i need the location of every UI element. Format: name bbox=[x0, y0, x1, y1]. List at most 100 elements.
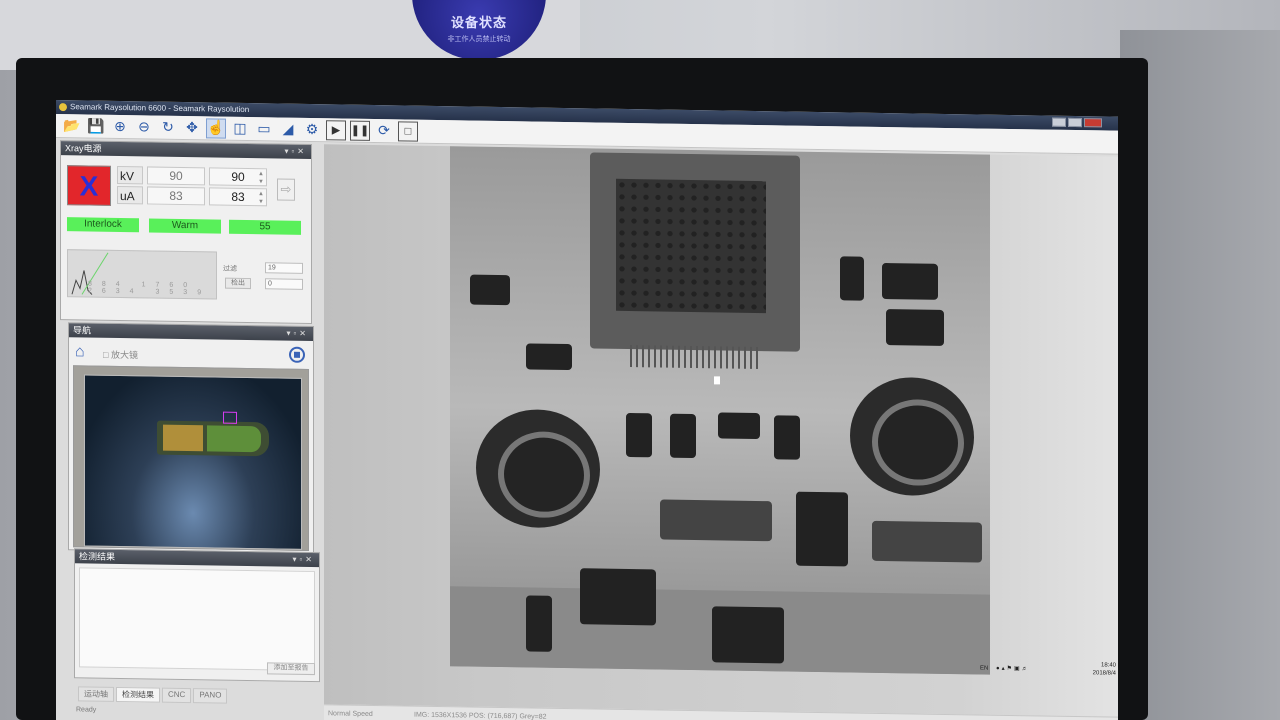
ua-row: uA 83 83 bbox=[117, 185, 267, 207]
rotate-icon[interactable]: ↻ bbox=[158, 117, 178, 137]
sticker-text: 设备状态 bbox=[450, 15, 507, 30]
component bbox=[840, 256, 864, 301]
refresh-icon[interactable]: ⟳ bbox=[374, 120, 394, 140]
xray-power-panel: Xray电源 ▾▫✕ X kV 90 90 ▲ ▼ uA 83 83 ▲ ▼ ⇨ I… bbox=[60, 140, 312, 325]
system-tray: EN ●▴⚑▣♬ 18:40 2018/8/4 bbox=[976, 659, 1118, 681]
record-icon[interactable] bbox=[289, 346, 305, 363]
xray-toggle-icon[interactable]: X bbox=[67, 165, 111, 206]
detect-button[interactable]: 检出 bbox=[225, 277, 251, 290]
filter-label: 过滤 bbox=[223, 265, 237, 273]
xray-panel-header: Xray电源 ▾▫✕ bbox=[61, 141, 311, 160]
pcb-green-area bbox=[207, 425, 261, 453]
chip-core bbox=[616, 178, 766, 314]
component bbox=[526, 595, 552, 652]
inspection-result-panel: 检测结果 ▾▫✕ 添加至报告 bbox=[74, 548, 320, 683]
kv-actual-value: 90 bbox=[147, 166, 205, 186]
measure-icon[interactable]: ◢ bbox=[278, 119, 298, 139]
component bbox=[712, 606, 784, 664]
home-icon[interactable]: ⌂ bbox=[75, 343, 85, 361]
maximize-button[interactable] bbox=[1068, 117, 1082, 128]
filter-select[interactable]: 19 bbox=[265, 262, 303, 274]
magnifier-label: 放大镜 bbox=[110, 349, 138, 361]
tray-icons[interactable]: ●▴⚑▣♬ bbox=[996, 665, 1030, 673]
settings-icon[interactable]: ⚙ bbox=[302, 119, 322, 139]
qfp-chip bbox=[590, 152, 800, 370]
interlock-status: Interlock bbox=[67, 217, 139, 233]
panel-controls[interactable]: ▾▫✕ bbox=[284, 145, 307, 159]
camera-icon[interactable]: ◫ bbox=[230, 118, 250, 138]
image-viewport[interactable] bbox=[324, 144, 1118, 717]
left-coil bbox=[476, 408, 600, 529]
status-value: 55 bbox=[229, 219, 301, 235]
component bbox=[796, 491, 848, 567]
component bbox=[774, 415, 800, 460]
zoom-out-icon[interactable]: ⊖ bbox=[134, 117, 154, 137]
window-title: Seamark Raysolution 6600 - Seamark Rayso… bbox=[70, 102, 250, 115]
magnifier-checkbox[interactable]: □ 放大镜 bbox=[103, 348, 138, 362]
detect-select[interactable]: 0 bbox=[265, 278, 303, 290]
view-region-marker[interactable] bbox=[223, 411, 237, 424]
result-list bbox=[79, 567, 315, 672]
clock-date: 2018/8/4 bbox=[1092, 670, 1116, 677]
result-panel-title: 检测结果 bbox=[79, 551, 116, 562]
component bbox=[670, 413, 696, 459]
ready-status: Ready bbox=[76, 706, 97, 714]
pause-icon[interactable]: ❚❚ bbox=[350, 120, 370, 141]
app-icon bbox=[59, 103, 67, 112]
navigation-thumbnail[interactable] bbox=[73, 365, 309, 551]
component bbox=[470, 274, 510, 306]
position-readout: IMG: 1536X1536 POS: (716,687) Grey=82 bbox=[414, 711, 547, 720]
component bbox=[882, 262, 938, 300]
open-folder-icon[interactable]: 📂 bbox=[62, 116, 82, 136]
panel-controls[interactable]: ▾▫✕ bbox=[286, 327, 309, 341]
tab-pano[interactable]: PANO bbox=[193, 688, 228, 704]
kv-spinner[interactable]: ▲ ▼ bbox=[257, 170, 265, 186]
component bbox=[626, 412, 652, 458]
ua-label: uA bbox=[117, 185, 143, 205]
nav-panel-title: 导航 bbox=[73, 325, 92, 336]
language-indicator[interactable]: EN bbox=[980, 666, 988, 672]
monitor-screen: Seamark Raysolution 6600 - Seamark Rayso… bbox=[56, 100, 1118, 720]
tab-inspection-result[interactable]: 检测结果 bbox=[116, 686, 160, 703]
chip-pins bbox=[630, 345, 760, 370]
add-to-report-button[interactable]: 添加至报告 bbox=[267, 662, 315, 676]
pcb-thumbnail bbox=[157, 420, 269, 457]
xray-image[interactable] bbox=[450, 146, 990, 675]
pcb-gold-area bbox=[163, 424, 203, 452]
nav-panel-header: 导航 ▾▫✕ bbox=[69, 323, 313, 342]
window-controls bbox=[1052, 117, 1102, 128]
pan-icon[interactable]: ✥ bbox=[182, 117, 202, 137]
histogram-ticks: 884 1760 2634 3539 bbox=[88, 280, 212, 297]
thumbnail-image bbox=[84, 374, 302, 550]
select-icon[interactable]: ☝ bbox=[206, 117, 226, 139]
result-panel-header: 检测结果 ▾▫✕ bbox=[75, 549, 319, 568]
warm-status: Warm bbox=[149, 218, 221, 234]
mouse-cursor-icon bbox=[714, 376, 720, 385]
panel-controls[interactable]: ▾▫✕ bbox=[292, 553, 315, 567]
bottom-tabs: 运动轴 检测结果 CNC PANO bbox=[78, 686, 228, 704]
speed-status: Normal Speed bbox=[328, 710, 373, 718]
navigation-panel: 导航 ▾▫✕ ⌂ □ 放大镜 bbox=[68, 322, 314, 555]
zoom-in-icon[interactable]: ⊕ bbox=[110, 116, 130, 136]
save-icon[interactable]: 💾 bbox=[86, 116, 106, 136]
close-button[interactable] bbox=[1084, 118, 1102, 128]
play-icon[interactable]: ▶ bbox=[326, 119, 346, 141]
stop-icon[interactable]: □ bbox=[398, 120, 418, 142]
kv-row: kV 90 90 bbox=[117, 165, 267, 187]
component bbox=[660, 499, 772, 542]
tab-motion-axis[interactable]: 运动轴 bbox=[78, 686, 114, 702]
ua-actual-value: 83 bbox=[147, 186, 205, 206]
component bbox=[872, 520, 982, 563]
tab-cnc[interactable]: CNC bbox=[162, 687, 192, 704]
component bbox=[886, 309, 944, 346]
ua-spinner[interactable]: ▲ ▼ bbox=[257, 190, 265, 206]
clock[interactable]: 18:40 2018/8/4 bbox=[1093, 661, 1116, 677]
frame-icon[interactable]: ▭ bbox=[254, 119, 274, 139]
right-coil bbox=[850, 376, 974, 497]
component bbox=[580, 568, 656, 626]
kv-label: kV bbox=[117, 165, 143, 185]
component bbox=[526, 343, 572, 371]
minimize-button[interactable] bbox=[1052, 117, 1066, 127]
apply-arrow-icon[interactable]: ⇨ bbox=[277, 178, 295, 201]
histogram[interactable]: 884 1760 2634 3539 bbox=[67, 249, 217, 300]
